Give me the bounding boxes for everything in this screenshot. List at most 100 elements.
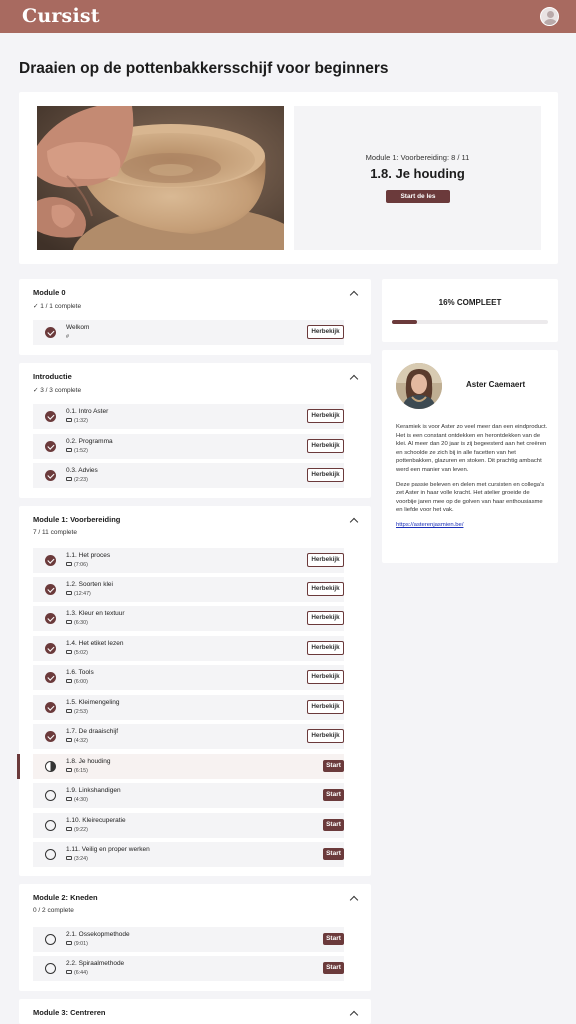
chevron-up-icon[interactable]: [349, 374, 359, 384]
start-button[interactable]: Start: [323, 789, 344, 801]
lesson-row[interactable]: 2.2. Spiraalmethode (6:44) Start: [33, 956, 344, 981]
start-button[interactable]: Start: [323, 933, 344, 945]
lesson-duration: (6:00): [66, 679, 88, 685]
module-title: Introductie: [33, 372, 72, 381]
author-website-link[interactable]: https://asterenjasmien.be/: [396, 522, 463, 528]
duration-text: (6:44): [74, 970, 88, 976]
module-count: 7 / 11 complete: [33, 529, 77, 536]
module-count-text: 1 / 1 complete: [40, 303, 82, 310]
lesson-row[interactable]: 0.2. Programma (1:52) Herbekijk: [33, 434, 344, 459]
lesson-title: 1.10. Kleirecuperatie: [66, 817, 126, 824]
pottery-wheel-illustration: [37, 106, 284, 250]
module-count-text: 3 / 3 complete: [40, 387, 82, 394]
lesson-duration: (9:01): [66, 941, 88, 947]
lesson-title: Welkom: [66, 324, 90, 331]
lesson-row[interactable]: 1.9. Linkshandigen (4:30) Start: [33, 783, 344, 808]
rewatch-button[interactable]: Herbekijk: [307, 409, 344, 423]
video-icon: [66, 620, 72, 624]
lesson-duration: (6:15): [66, 768, 88, 774]
lesson-row[interactable]: 0.1. Intro Aster (1:32) Herbekijk: [33, 404, 344, 429]
lesson-row[interactable]: 2.1. Ossekopmethode (9:01) Start: [33, 927, 344, 952]
module-card-0: Module 0 ✓ 1 / 1 complete Welkom # Herbe…: [19, 279, 371, 355]
lesson-row[interactable]: 0.3. Advies (2:23) Herbekijk: [33, 463, 344, 488]
check-circle-icon: [45, 584, 56, 595]
check-circle-icon: [45, 613, 56, 624]
module-card-1: Module 1: Voorbereiding 7 / 11 complete …: [17, 506, 371, 876]
video-icon: [66, 738, 72, 742]
start-lesson-button[interactable]: Start de les: [386, 190, 450, 203]
lesson-row[interactable]: 1.1. Het proces (7:06) Herbekijk: [33, 548, 344, 573]
lesson-title: 1.4. Het etiket lezen: [66, 640, 124, 647]
check-circle-icon: [45, 555, 56, 566]
chevron-up-icon[interactable]: [349, 517, 359, 527]
rewatch-button[interactable]: Herbekijk: [307, 641, 344, 655]
rewatch-button[interactable]: Herbekijk: [307, 611, 344, 625]
lesson-title: 2.2. Spiraalmethode: [66, 960, 125, 967]
rewatch-button[interactable]: Herbekijk: [307, 553, 344, 567]
check-circle-icon: [45, 643, 56, 654]
check-circle-icon: [45, 411, 56, 422]
video-icon: [66, 650, 72, 654]
lesson-row[interactable]: 1.6. Tools (6:00) Herbekijk: [33, 665, 344, 690]
lesson-duration: (12:47): [66, 591, 91, 597]
lesson-row[interactable]: 1.11. Veilig en proper werken (3:24) Sta…: [33, 842, 344, 867]
chevron-up-icon[interactable]: [349, 1010, 359, 1020]
lesson-row[interactable]: 1.10. Kleirecuperatie (9:22) Start: [33, 813, 344, 838]
duration-text: (1:32): [74, 418, 88, 424]
chevron-up-icon[interactable]: [349, 895, 359, 905]
rewatch-button[interactable]: Herbekijk: [307, 439, 344, 453]
lesson-row[interactable]: 1.4. Het etiket lezen (5:02) Herbekijk: [33, 636, 344, 661]
empty-circle-icon: [45, 820, 56, 831]
chevron-up-icon[interactable]: [349, 290, 359, 300]
half-circle-icon: [45, 761, 56, 772]
check-circle-icon: [45, 672, 56, 683]
video-icon: [66, 856, 72, 860]
start-button[interactable]: Start: [323, 962, 344, 974]
top-bar: Cursist: [0, 0, 576, 33]
lesson-row[interactable]: Welkom # Herbekijk: [33, 320, 344, 345]
check-circle-icon: [45, 731, 56, 742]
rewatch-button[interactable]: Herbekijk: [307, 670, 344, 684]
lesson-row[interactable]: 1.2. Soorten klei (12:47) Herbekijk: [33, 577, 344, 602]
lesson-duration: (2:23): [66, 477, 88, 483]
video-icon: [66, 827, 72, 831]
module-card-2: Module 2: Kneden 0 / 2 complete 2.1. Oss…: [19, 884, 371, 991]
video-icon: [66, 679, 72, 683]
lesson-row[interactable]: 1.7. De draaischijf (4:32) Herbekijk: [33, 724, 344, 749]
check-circle-icon: [45, 470, 56, 481]
lesson-row-current[interactable]: 1.8. Je houding (6:15) Start: [17, 754, 344, 779]
start-button[interactable]: Start: [323, 819, 344, 831]
module-title: Module 0: [33, 288, 66, 297]
rewatch-button[interactable]: Herbekijk: [307, 582, 344, 596]
rewatch-button[interactable]: Herbekijk: [307, 729, 344, 743]
empty-circle-icon: [45, 934, 56, 945]
module-card-3: Module 3: Centreren: [19, 999, 371, 1024]
video-icon: [66, 797, 72, 801]
start-button[interactable]: Start: [323, 848, 344, 860]
progress-label: 16% COMPLEET: [438, 298, 502, 307]
video-icon: [66, 477, 72, 481]
start-button[interactable]: Start: [323, 760, 344, 772]
module-count: ✓ 3 / 3 complete: [33, 387, 82, 394]
duration-text: (6:00): [74, 679, 88, 685]
current-lesson-panel: Module 1: Voorbereiding: 8 / 11 1.8. Je …: [294, 106, 541, 250]
user-avatar-icon[interactable]: [540, 7, 559, 26]
logo[interactable]: Cursist: [22, 5, 100, 27]
rewatch-button[interactable]: Herbekijk: [307, 325, 344, 339]
lesson-row[interactable]: 1.5. Kleimengeling (2:53) Herbekijk: [33, 695, 344, 720]
lesson-title: 1.7. De draaischijf: [66, 728, 119, 735]
duration-text: (2:53): [74, 709, 88, 715]
duration-text: (1:52): [74, 448, 88, 454]
lesson-row[interactable]: 1.3. Kleur en textuur (6:30) Herbekijk: [33, 606, 344, 631]
rewatch-button[interactable]: Herbekijk: [307, 700, 344, 714]
video-icon: [66, 941, 72, 945]
rewatch-button[interactable]: Herbekijk: [307, 468, 344, 482]
progress-bar: [392, 320, 548, 324]
course-image: [37, 106, 284, 250]
lesson-title: 0.2. Programma: [66, 438, 113, 445]
lesson-title: 1.6. Tools: [66, 669, 94, 676]
lesson-title: 0.1. Intro Aster: [66, 408, 109, 415]
empty-circle-icon: [45, 790, 56, 801]
empty-circle-icon: [45, 849, 56, 860]
video-icon: [66, 448, 72, 452]
